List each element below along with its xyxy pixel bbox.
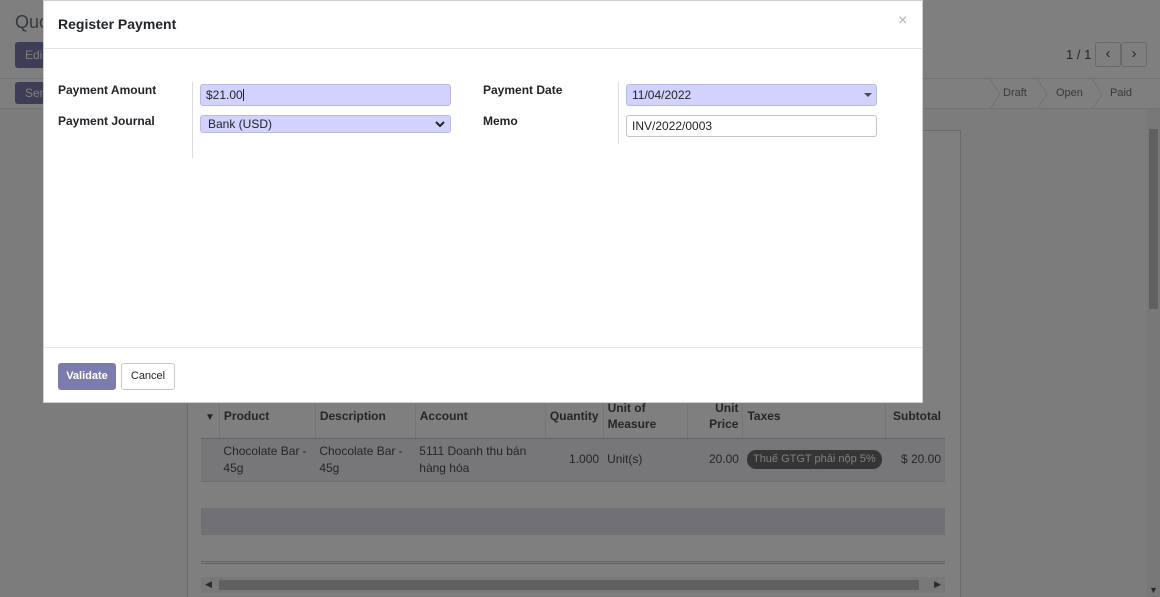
field-separator	[192, 82, 193, 158]
cancel-button[interactable]: Cancel	[121, 363, 175, 390]
payment-amount-input[interactable]: $21.00	[200, 84, 451, 106]
modal-footer: Validate Cancel	[44, 347, 922, 403]
modal-title: Register Payment	[58, 16, 177, 32]
payment-journal-label: Payment Journal	[58, 114, 155, 128]
memo-input[interactable]: INV/2022/0003	[626, 115, 877, 137]
modal-header: Register Payment ×	[44, 1, 922, 49]
payment-amount-label: Payment Amount	[58, 83, 157, 97]
close-icon[interactable]: ×	[898, 12, 907, 30]
payment-date-input[interactable]: 11/04/2022	[626, 84, 877, 106]
memo-value: INV/2022/0003	[632, 119, 713, 133]
payment-amount-value: $21.00	[206, 88, 243, 102]
register-payment-dialog: Register Payment × Payment Amount Paymen…	[43, 0, 923, 403]
memo-label: Memo	[483, 114, 518, 128]
chevron-down-icon	[434, 117, 446, 134]
payment-date-label: Payment Date	[483, 83, 563, 97]
text-cursor	[242, 89, 244, 101]
payment-date-value: 11/04/2022	[632, 88, 692, 102]
payment-journal-select[interactable]: Bank (USD)	[200, 115, 451, 133]
caret-down-icon[interactable]	[864, 93, 872, 97]
payment-journal-value: Bank (USD)	[208, 117, 273, 131]
modal-body: Payment Amount Payment Journal $21.00 Ba…	[44, 50, 922, 347]
validate-button[interactable]: Validate	[58, 363, 116, 390]
field-separator	[618, 82, 619, 144]
